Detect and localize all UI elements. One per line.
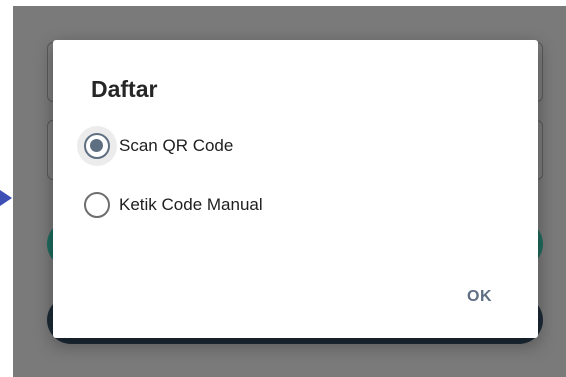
option-manual-code[interactable]: Ketik Code Manual xyxy=(77,185,263,225)
radio-halo xyxy=(77,126,117,166)
dialog-title: Daftar xyxy=(91,76,158,102)
option-label-scan-qr: Scan QR Code xyxy=(119,136,234,155)
option-label-manual-code: Ketik Code Manual xyxy=(119,195,263,214)
radio-checked-icon[interactable] xyxy=(84,133,110,159)
ok-button[interactable]: OK xyxy=(467,288,492,306)
pointer-arrow-icon xyxy=(0,190,12,206)
radio-unchecked-icon[interactable] xyxy=(84,192,110,218)
option-scan-qr[interactable]: Scan QR Code xyxy=(77,126,233,166)
radio-halo xyxy=(77,185,117,225)
register-dialog: Daftar Scan QR Code Ketik Code Manual OK xyxy=(53,40,538,338)
